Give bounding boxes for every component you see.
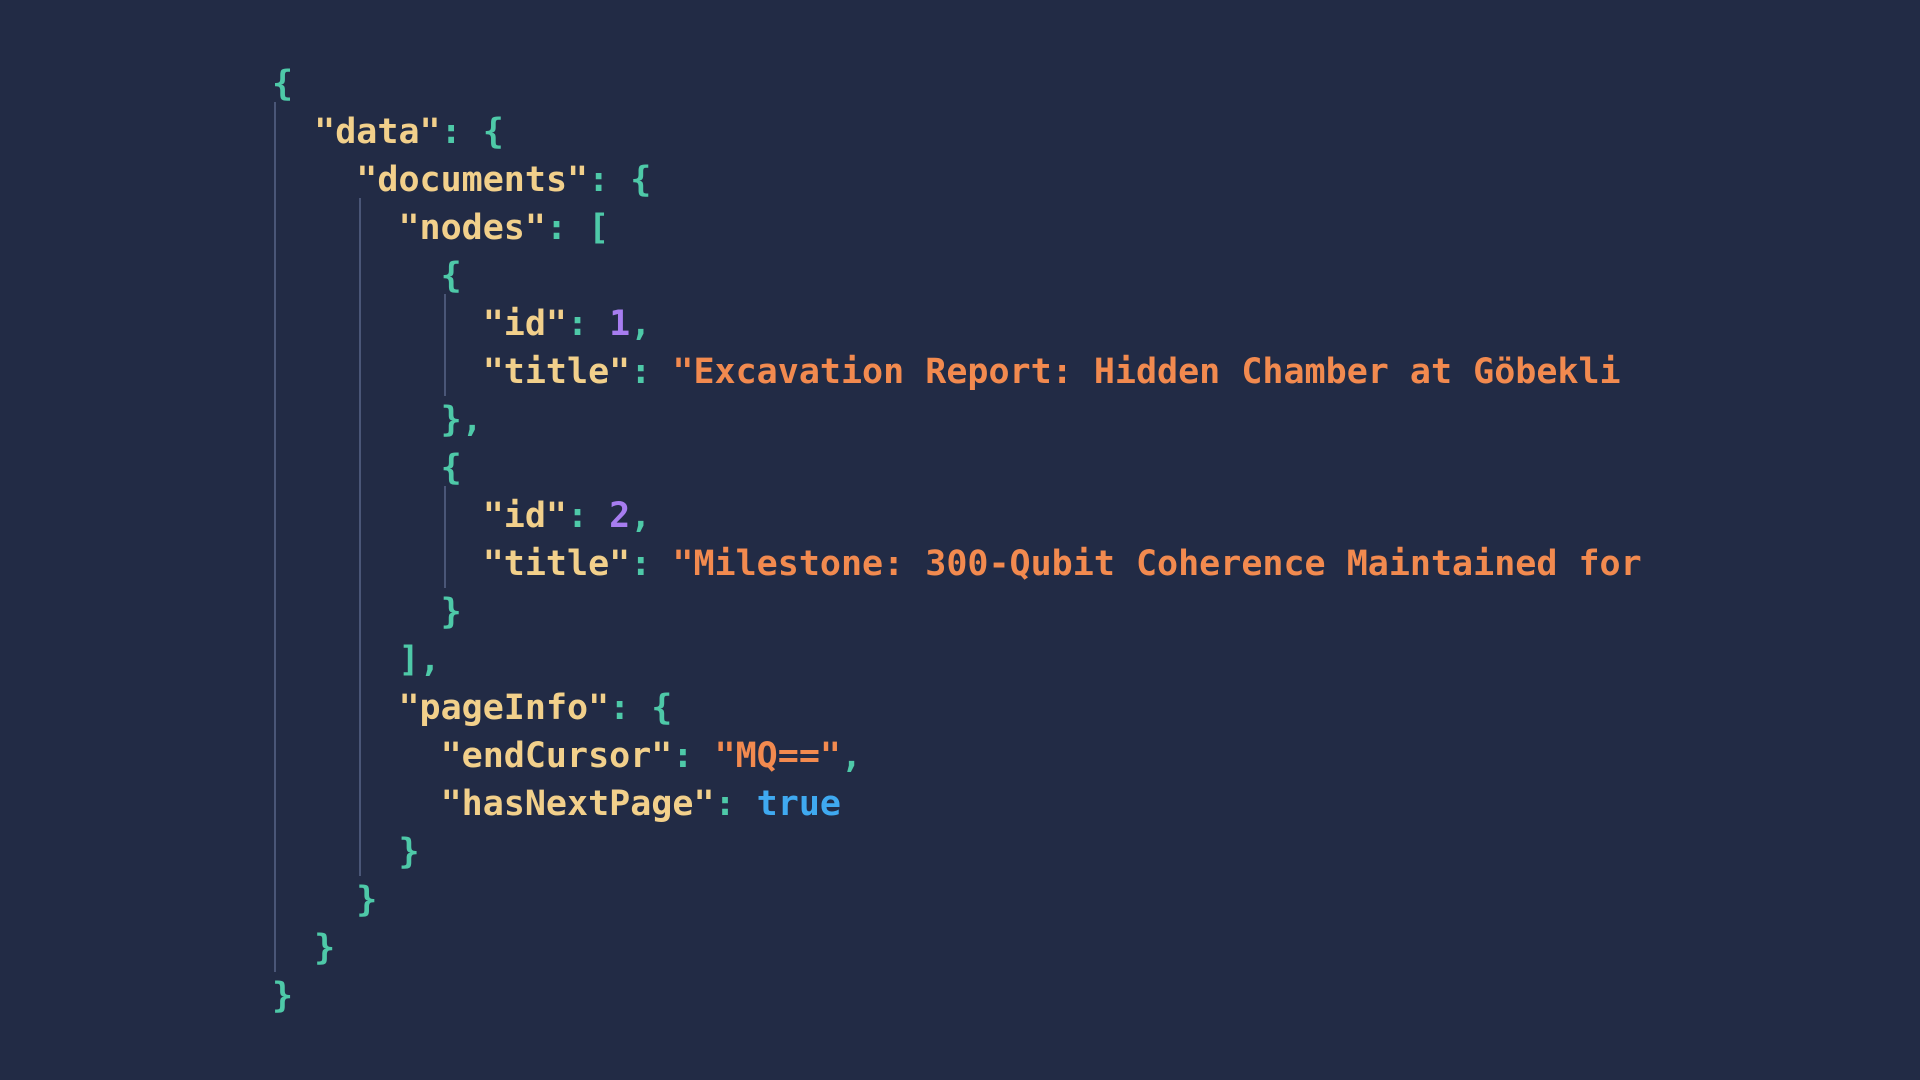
token-punc: }, — [440, 400, 483, 440]
token-bool: true — [756, 784, 841, 824]
code-viewer: { "data": { "documents": { "nodes": [ { … — [0, 0, 1920, 1080]
token-punc: : — [630, 352, 673, 392]
token-key: "id" — [482, 304, 568, 344]
indent-guide — [274, 102, 276, 972]
token-punc: : — [672, 736, 715, 776]
code-line: "data": { — [272, 108, 504, 156]
token-punc: : — [567, 496, 610, 536]
token-str: "Milestone: 300-Qubit Coherence Maintain… — [672, 544, 1642, 584]
code-line: "id": 2, — [272, 492, 652, 540]
token-num: 2 — [609, 496, 631, 536]
token-key: "nodes" — [398, 208, 546, 248]
token-key: "documents" — [356, 160, 589, 200]
token-punc: : { — [588, 160, 652, 200]
token-punc: ], — [398, 640, 441, 680]
token-punc: : — [714, 784, 757, 824]
token-key: "id" — [482, 496, 568, 536]
token-punc: : — [567, 304, 610, 344]
code-line: "pageInfo": { — [272, 684, 672, 732]
token-key: "endCursor" — [440, 736, 673, 776]
token-punc: , — [840, 736, 863, 776]
token-punc: } — [272, 976, 294, 1016]
code-line: { — [272, 444, 462, 492]
token-punc: : [ — [545, 208, 610, 248]
code-line: "documents": { — [272, 156, 651, 204]
code-line: "title": "Milestone: 300-Qubit Coherence… — [272, 540, 1642, 588]
code-line: }, — [272, 396, 483, 444]
token-punc: , — [630, 496, 652, 536]
token-punc: { — [440, 448, 462, 488]
token-punc: } — [356, 880, 378, 920]
token-key: "data" — [314, 112, 441, 152]
token-key: "title" — [482, 544, 631, 584]
code-line: "hasNextPage": true — [272, 780, 841, 828]
token-num: 1 — [609, 304, 631, 344]
token-str: "Excavation Report: Hidden Chamber at Gö… — [672, 352, 1621, 392]
token-punc: : { — [440, 112, 504, 152]
code-line: } — [272, 972, 293, 1020]
code-line: { — [272, 60, 293, 108]
code-line: ], — [272, 636, 441, 684]
token-punc: } — [440, 592, 462, 632]
token-punc: } — [398, 832, 420, 872]
code-line: "title": "Excavation Report: Hidden Cham… — [272, 348, 1621, 396]
token-punc: { — [272, 64, 294, 104]
code-line: } — [272, 588, 462, 636]
code-line: { — [272, 252, 462, 300]
code-line: } — [272, 924, 335, 972]
token-key: "hasNextPage" — [440, 784, 715, 824]
token-punc: { — [440, 256, 462, 296]
code-line: } — [272, 828, 420, 876]
token-punc: , — [630, 304, 652, 344]
token-str: "MQ==" — [714, 736, 841, 776]
token-key: "title" — [482, 352, 631, 392]
token-key: "pageInfo" — [398, 688, 610, 728]
token-punc: } — [314, 928, 336, 968]
code-line: "id": 1, — [272, 300, 652, 348]
code-line: } — [272, 876, 377, 924]
token-punc: : { — [609, 688, 673, 728]
token-punc: : — [630, 544, 673, 584]
indent-guide — [359, 198, 361, 876]
code-line: "nodes": [ — [272, 204, 609, 252]
indent-guide — [444, 486, 446, 588]
indent-guide — [444, 294, 446, 396]
